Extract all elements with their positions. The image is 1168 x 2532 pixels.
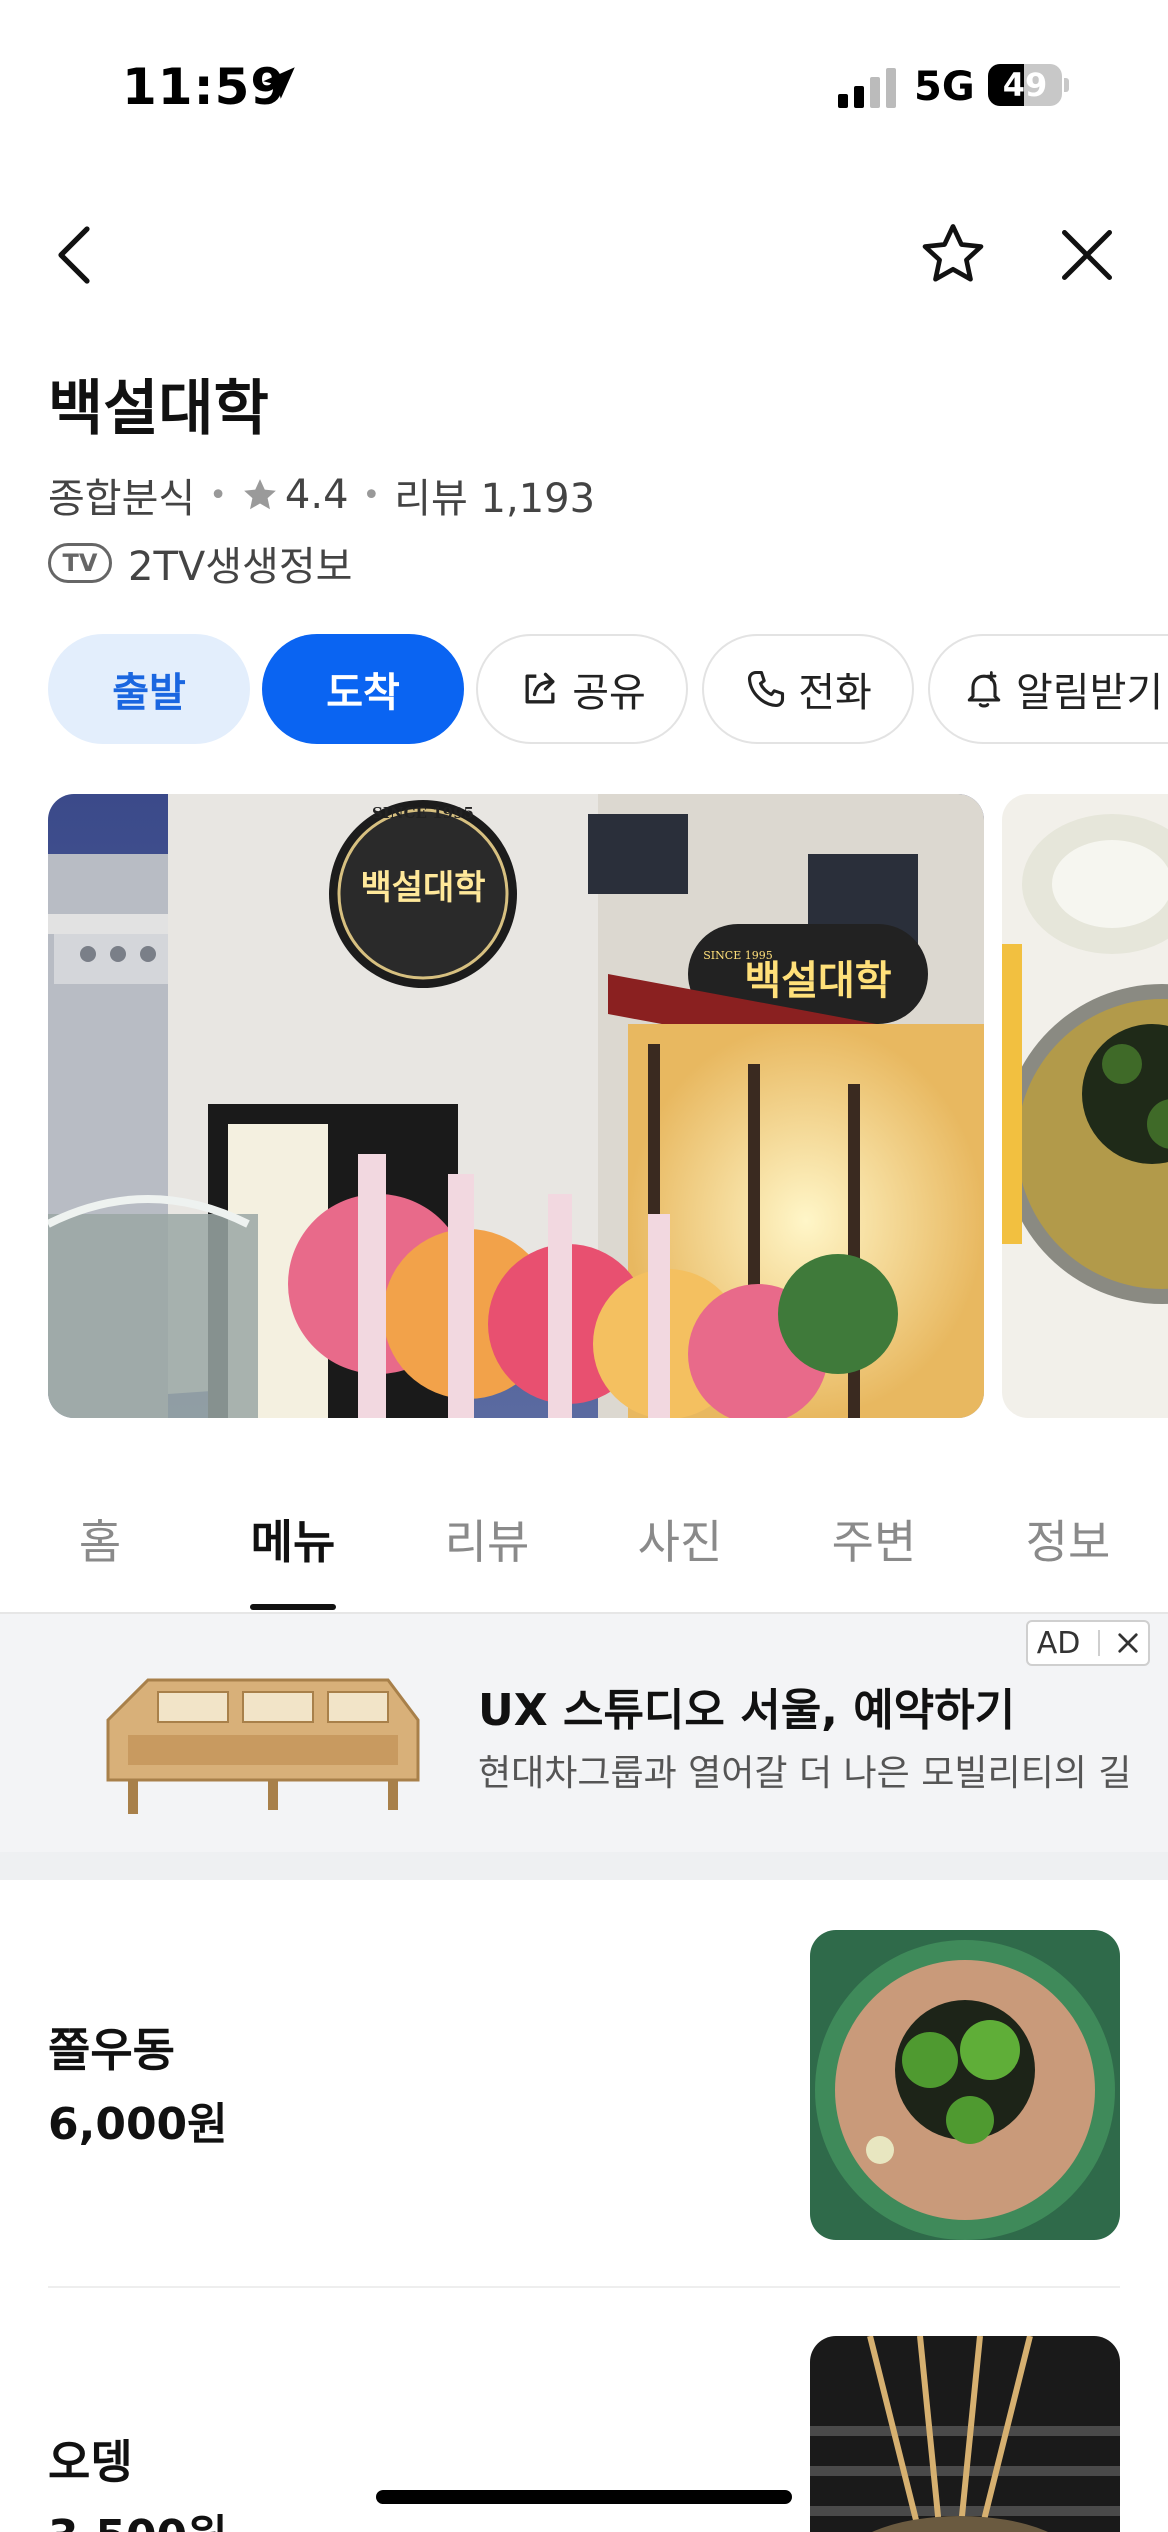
- sign-since-text: SINCE 1995: [372, 804, 474, 822]
- place-category: 종합분식: [48, 476, 196, 522]
- tv-badge-icon: TV: [48, 543, 112, 583]
- meta-separator: •: [209, 477, 227, 513]
- tab-nearby[interactable]: 주변: [814, 1506, 934, 1572]
- storefront-illustration: SINCE 1995 백설대학 백설대학 SINCE 1995: [48, 794, 984, 1418]
- share-button[interactable]: 공유: [476, 634, 688, 744]
- section-tabs: 홈 메뉴 리뷰 사진 주변 정보: [0, 1486, 1168, 1614]
- side-sign-text: 백설대학: [744, 958, 891, 1004]
- home-indicator: [376, 2490, 792, 2504]
- alarm-label: 알림받기: [1016, 670, 1164, 716]
- place-reviews[interactable]: 리뷰 1,193: [394, 466, 595, 524]
- menu-price: 3,500원: [48, 2500, 228, 2532]
- fishcake-illustration: [810, 2336, 1120, 2532]
- back-arrow-icon: [58, 226, 90, 284]
- ad-banner[interactable]: UX 스튜디오 서울, 예약하기 현대차그룹과 열어갈 더 나은 모빌리티의 길…: [0, 1614, 1168, 1852]
- signal-icon: [838, 68, 896, 108]
- top-nav: [0, 200, 1168, 310]
- call-button[interactable]: 전화: [702, 634, 914, 744]
- storefront-photo[interactable]: SINCE 1995 백설대학 백설대학 SINCE 1995: [48, 794, 984, 1418]
- ad-close-icon[interactable]: [1117, 1632, 1139, 1654]
- food-photo-preview[interactable]: [1002, 794, 1168, 1418]
- udon-illustration: [810, 1930, 1120, 2240]
- ad-label: AD: [1036, 1625, 1081, 1661]
- food-illustration: [1002, 794, 1168, 1418]
- tab-menu[interactable]: 메뉴: [233, 1506, 353, 1572]
- ad-subtitle: 현대차그룹과 열어갈 더 나은 모빌리티의 길: [478, 1753, 1132, 1794]
- meta-separator: •: [362, 477, 381, 513]
- back-button[interactable]: [40, 220, 110, 290]
- place-meta: 종합분식 • 4.4 • 리뷰 1,193: [48, 466, 595, 524]
- action-buttons: 출발 도착 공유 전화 알림받기: [48, 634, 1168, 746]
- share-label: 공유: [572, 670, 646, 716]
- location-arrow-icon: [263, 67, 295, 99]
- menu-price: 6,000원: [48, 2099, 228, 2150]
- network-label: 5G: [914, 64, 975, 110]
- battery-icon: 49: [988, 64, 1069, 106]
- ad-car-model-image: [106, 1678, 420, 1814]
- tv-info: TV 2TV생생정보: [48, 534, 352, 592]
- tv-show: 2TV생생정보: [128, 544, 353, 590]
- menu-photo[interactable]: [810, 2336, 1120, 2532]
- tab-photos[interactable]: 사진: [620, 1506, 740, 1572]
- battery-level: 49: [1002, 66, 1048, 104]
- depart-button[interactable]: 출발: [48, 634, 250, 744]
- close-icon: [1062, 230, 1112, 280]
- section-gap: [0, 1852, 1168, 1880]
- tab-info[interactable]: 정보: [1008, 1506, 1128, 1572]
- side-sign-since: SINCE 1995: [703, 949, 772, 962]
- arrive-button[interactable]: 도착: [262, 634, 464, 744]
- bell-plus-icon: [967, 671, 1001, 708]
- ad-title: UX 스튜디오 서울, 예약하기: [478, 1685, 1016, 1736]
- place-title: 백설대학: [48, 374, 269, 444]
- menu-photo[interactable]: [810, 1930, 1120, 2240]
- phone-icon: [748, 670, 785, 708]
- menu-name: 쫄우동: [48, 2023, 175, 2077]
- alarm-button[interactable]: 알림받기: [928, 634, 1168, 744]
- star-outline-icon: [922, 224, 984, 282]
- tab-reviews[interactable]: 리뷰: [427, 1506, 547, 1572]
- menu-name: 오뎅: [48, 2435, 133, 2489]
- share-icon: [525, 672, 555, 704]
- status-bar: 11:59 5G 49: [0, 0, 1168, 150]
- favorite-button[interactable]: [918, 220, 988, 290]
- menu-item[interactable]: 쫄우동 6,000원: [48, 1880, 1120, 2280]
- menu-divider: [48, 2286, 1120, 2288]
- tab-home[interactable]: 홈: [40, 1506, 160, 1572]
- star-rating-icon: [244, 479, 276, 510]
- call-label: 전화: [798, 670, 872, 716]
- active-tab-indicator: [250, 1604, 336, 1610]
- ad-badge: AD: [1026, 1620, 1150, 1666]
- place-rating: 4.4: [284, 472, 349, 518]
- round-sign-text: 백설대학: [360, 868, 485, 908]
- close-button[interactable]: [1052, 220, 1122, 290]
